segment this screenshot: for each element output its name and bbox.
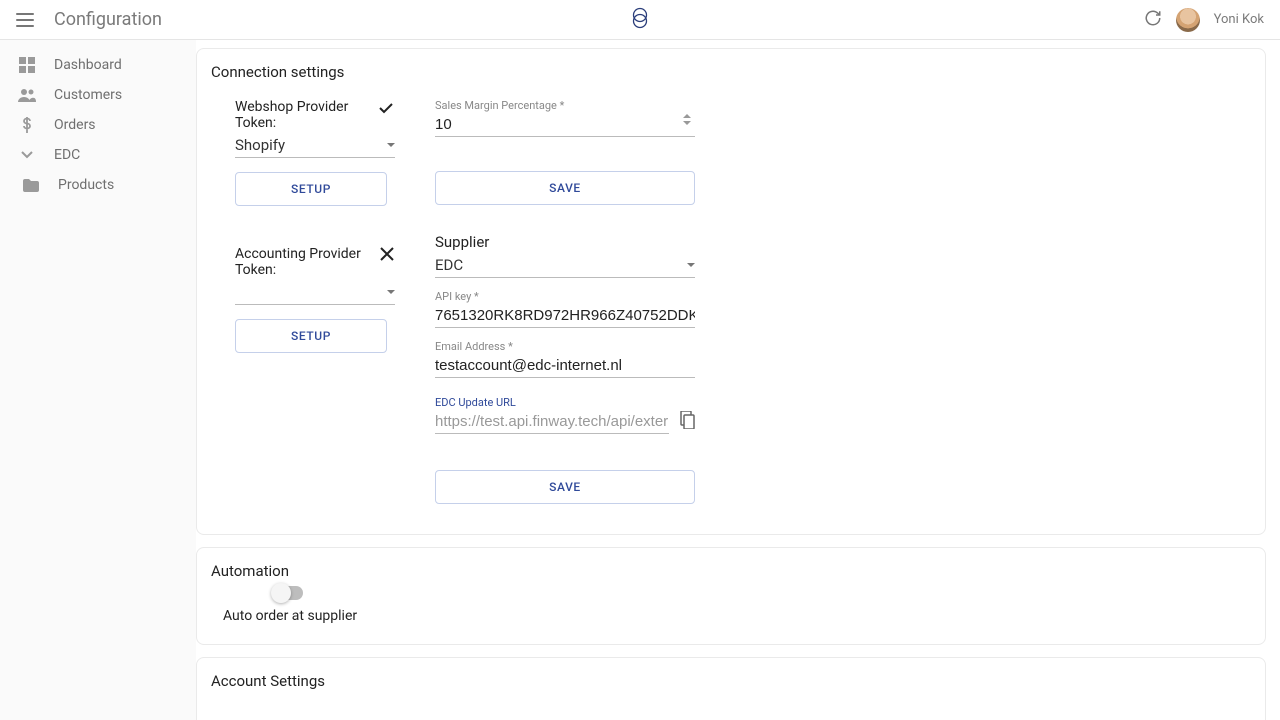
email-input[interactable] [435,353,695,378]
dropdown-icon [387,290,395,294]
accounting-label: Accounting Provider Token: [235,246,379,278]
dashboard-icon [18,56,36,74]
account-settings-card: Account Settings DELETE ACCOUNT REQUEST … [196,657,1266,720]
dollar-icon [18,116,36,134]
menu-icon[interactable] [16,13,34,27]
auto-order-label: Auto order at supplier [223,608,1241,624]
sidebar-item-label: Dashboard [54,57,122,73]
sidebar-item-products[interactable]: Products [8,170,188,200]
account-title: Account Settings [211,672,1241,690]
api-key-input[interactable] [435,303,695,328]
webshop-setup-button[interactable]: SETUP [235,172,387,206]
sidebar-item-edc[interactable]: EDC [8,140,188,170]
sidebar-item-label: Orders [54,117,96,133]
sidebar: Dashboard Customers Orders EDC Products [0,40,196,720]
sidebar-item-label: Customers [54,87,122,103]
folder-icon [22,176,40,194]
webshop-label: Webshop Provider Token: [235,99,377,131]
dropdown-icon [387,143,395,147]
email-label: Email Address * [435,340,695,353]
username: Yoni Kok [1214,12,1264,27]
margin-label: Sales Margin Percentage * [435,99,695,112]
close-icon [379,246,395,264]
auto-order-switch[interactable] [273,586,303,600]
chevron-down-icon [18,146,36,164]
accounting-select[interactable] [235,278,395,305]
connection-settings-card: Connection settings Webshop Provider Tok… [196,48,1266,535]
webshop-value: Shopify [235,136,285,154]
sidebar-item-orders[interactable]: Orders [8,110,188,140]
avatar[interactable] [1176,8,1200,32]
margin-save-button[interactable]: SAVE [435,171,695,205]
update-url-input [435,409,669,434]
update-url-label: EDC Update URL [435,396,695,409]
app-logo [630,6,650,34]
copy-icon[interactable] [679,411,695,433]
automation-card: Automation Auto order at supplier [196,547,1266,645]
supplier-value: EDC [435,256,463,274]
margin-input[interactable] [435,112,695,137]
refresh-icon[interactable] [1144,9,1162,31]
dropdown-icon [687,263,695,267]
supplier-save-button[interactable]: SAVE [435,470,695,504]
sidebar-item-label: EDC [54,147,80,163]
number-spinner[interactable] [683,114,695,132]
main-content: Connection settings Webshop Provider Tok… [196,40,1280,720]
webshop-select[interactable]: Shopify [235,131,395,158]
sidebar-item-label: Products [58,177,114,193]
automation-title: Automation [211,562,1241,580]
app-header: Configuration Yoni Kok [0,0,1280,40]
accounting-setup-button[interactable]: SETUP [235,319,387,353]
sidebar-item-customers[interactable]: Customers [8,80,188,110]
api-key-label: API key * [435,290,695,303]
supplier-label: Supplier [435,233,489,251]
supplier-select[interactable]: EDC [435,251,695,278]
connection-title: Connection settings [211,63,1241,81]
sidebar-item-dashboard[interactable]: Dashboard [8,50,188,80]
check-icon [377,99,395,117]
page-title: Configuration [54,9,162,30]
people-icon [18,86,36,104]
